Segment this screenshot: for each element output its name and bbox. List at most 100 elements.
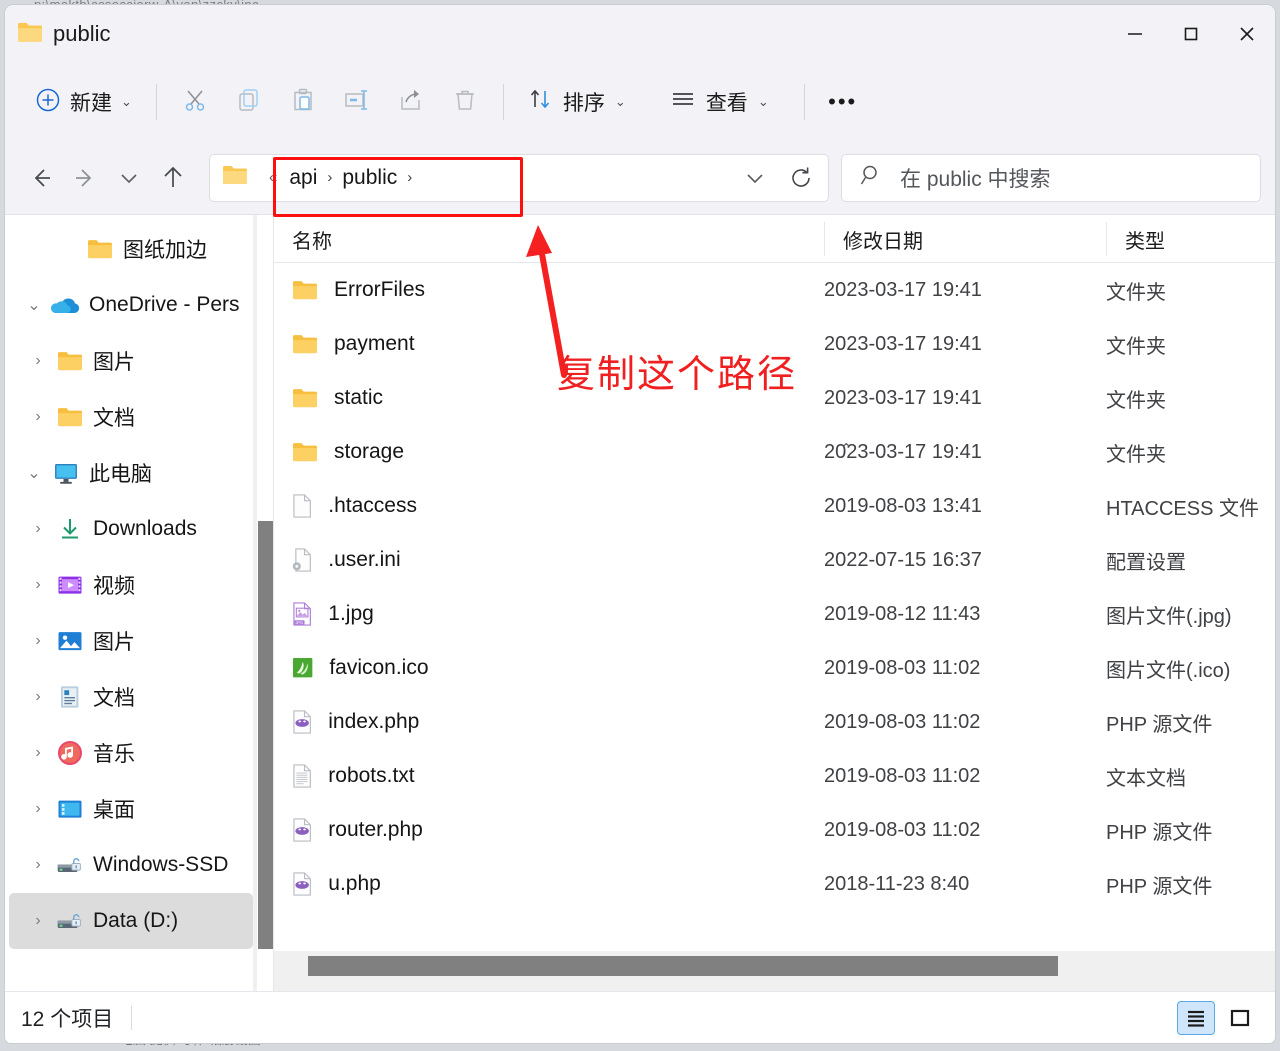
breadcrumb-address-field[interactable]: « api › public › [209,153,829,202]
new-button[interactable]: 新建 ⌄ [23,78,144,127]
column-header-name[interactable]: 名称 [274,222,824,256]
delete-button[interactable] [439,79,491,125]
rename-button[interactable] [331,79,383,125]
table-row[interactable]: index.php 2019-08-03 11:02 PHP 源文件 [274,695,1275,749]
trash-icon [452,87,478,118]
sidebar-item-[interactable]: › 图片 [9,333,253,389]
file-name-label: robots.txt [328,764,415,787]
breadcrumb-item-api[interactable]: api [282,163,324,193]
breadcrumb-separator[interactable]: › [327,169,332,186]
sidebar-item-data-d[interactable]: › Data (D:) [9,893,253,949]
breadcrumb-overflow[interactable]: « [269,169,277,186]
nav-icon-wrap [53,516,87,542]
breadcrumb-item-public[interactable]: public [335,163,404,193]
sidebar-item-label: 音乐 [93,743,135,766]
folder-icon [222,164,248,191]
plus-circle-icon [35,87,61,118]
forward-button[interactable] [63,156,107,200]
up-button[interactable] [151,156,195,200]
sidebar-item-[interactable]: › 音乐 [9,725,253,781]
collapse-chevron-icon[interactable]: ⌃ [840,440,853,458]
sidebar-item-windows-ssd[interactable]: › Windows-SSD [9,837,253,893]
chevron-right-icon[interactable]: › [23,346,53,376]
refresh-button[interactable] [778,155,824,201]
music-icon [57,740,83,766]
sidebar-item-label: 视频 [93,575,135,598]
file-date-cell: 2019-08-03 11:02 [824,764,981,787]
table-row[interactable]: storage 2023-03-17 19:41 文件夹 [274,425,1275,479]
copy-button[interactable] [223,79,275,125]
list-lines-icon [670,86,696,118]
chevron-right-icon[interactable]: › [23,682,53,712]
chevron-right-icon[interactable]: › [23,850,53,880]
sidebar-item-onedrive-pers[interactable]: ⌄ OneDrive - Pers [9,277,253,333]
chevron-down-icon: ⌄ [614,94,626,109]
search-input[interactable]: 在 public 中搜索 [900,163,1051,193]
chevron-down-icon[interactable]: ⌄ [19,458,49,488]
file-name-label: payment [334,332,415,355]
table-row[interactable]: u.php 2018-11-23 8:40 PHP 源文件 [274,857,1275,911]
new-button-label: 新建 [70,92,112,115]
chevron-right-icon[interactable]: › [23,626,53,656]
table-row[interactable]: ErrorFiles 2023-03-17 19:41 文件夹 [274,263,1275,317]
close-button[interactable] [1219,5,1275,63]
file-date-cell: 2023-03-17 19:41 [824,386,982,409]
sidebar-item-[interactable]: ⌄ 此电脑 [9,445,253,501]
table-row[interactable]: JPG 1.jpg 2019-08-12 11:43 图片文件(.jpg) [274,587,1275,641]
breadcrumb-separator[interactable]: › [407,169,412,186]
status-bar: 12 个项目 [5,991,1275,1043]
drive-bitlocker-icon [56,911,84,932]
horizontal-scrollbar-track[interactable] [274,951,1275,991]
chevron-right-icon[interactable]: › [23,570,53,600]
table-row[interactable]: router.php 2019-08-03 11:02 PHP 源文件 [274,803,1275,857]
table-row[interactable]: .htaccess 2019-08-03 13:41 HTACCESS 文件 [274,479,1275,533]
chevron-down-icon[interactable]: ⌄ [19,290,49,320]
view-button[interactable]: 查看 ⌄ [659,77,780,127]
folder-icon [17,20,43,49]
minimize-button[interactable] [1107,5,1163,63]
nav-scrollbar-thumb[interactable] [258,521,273,949]
file-type-cell: 配置设置 [1106,551,1186,574]
folder-icon [57,350,83,372]
back-button[interactable] [19,156,63,200]
sort-arrows-icon [527,86,553,118]
table-row[interactable]: robots.txt 2019-08-03 11:02 文本文档 [274,749,1275,803]
maximize-button[interactable] [1163,5,1219,63]
chevron-right-icon[interactable]: › [23,794,53,824]
chevron-right-icon[interactable]: › [23,738,53,768]
sidebar-item-[interactable]: › 桌面 [9,781,253,837]
column-header-date[interactable]: 修改日期 [824,222,1106,256]
address-dropdown-button[interactable] [732,155,778,201]
sidebar-item-label: 图片 [93,351,135,374]
table-row[interactable]: favicon.ico 2019-08-03 11:02 图片文件(.ico) [274,641,1275,695]
sidebar-item-[interactable]: › 文档 [9,669,253,725]
chevron-right-icon[interactable]: › [23,906,53,936]
horizontal-scrollbar-thumb[interactable] [308,956,1058,976]
paste-button[interactable] [277,79,329,125]
nav-scrollbar-track[interactable] [253,215,257,991]
sidebar-item-[interactable]: › 视频 [9,557,253,613]
nav-icon-wrap [49,461,83,485]
nav-icon-wrap [53,684,87,710]
sidebar-item-label: Data (D:) [93,909,179,932]
share-button[interactable] [385,79,437,125]
sort-button[interactable]: 排序 ⌄ [516,77,637,127]
column-header-type[interactable]: 类型 [1106,222,1275,256]
sidebar-item-[interactable]: › 文档 [9,389,253,445]
chevron-right-icon[interactable]: › [23,514,53,544]
table-row[interactable]: .user.ini 2022-07-15 16:37 配置设置 [274,533,1275,587]
sidebar-item-label: Downloads [93,517,197,540]
more-options-button[interactable]: ••• [817,79,869,125]
sidebar-item-downloads[interactable]: › Downloads [9,501,253,557]
cut-button[interactable] [169,79,221,125]
recent-locations-button[interactable] [107,156,151,200]
large-icons-view-button[interactable] [1221,1001,1259,1035]
php-file-icon [292,871,312,897]
annotation-text: 复制这个路径 [557,354,798,396]
sidebar-item-[interactable]: 图纸加边 [9,221,253,277]
details-view-button[interactable] [1177,1000,1215,1035]
chevron-right-icon[interactable]: › [23,402,53,432]
file-type-cell: HTACCESS 文件 [1106,497,1259,520]
sidebar-item-[interactable]: › 图片 [9,613,253,669]
search-box[interactable]: 在 public 中搜索 [841,153,1261,202]
